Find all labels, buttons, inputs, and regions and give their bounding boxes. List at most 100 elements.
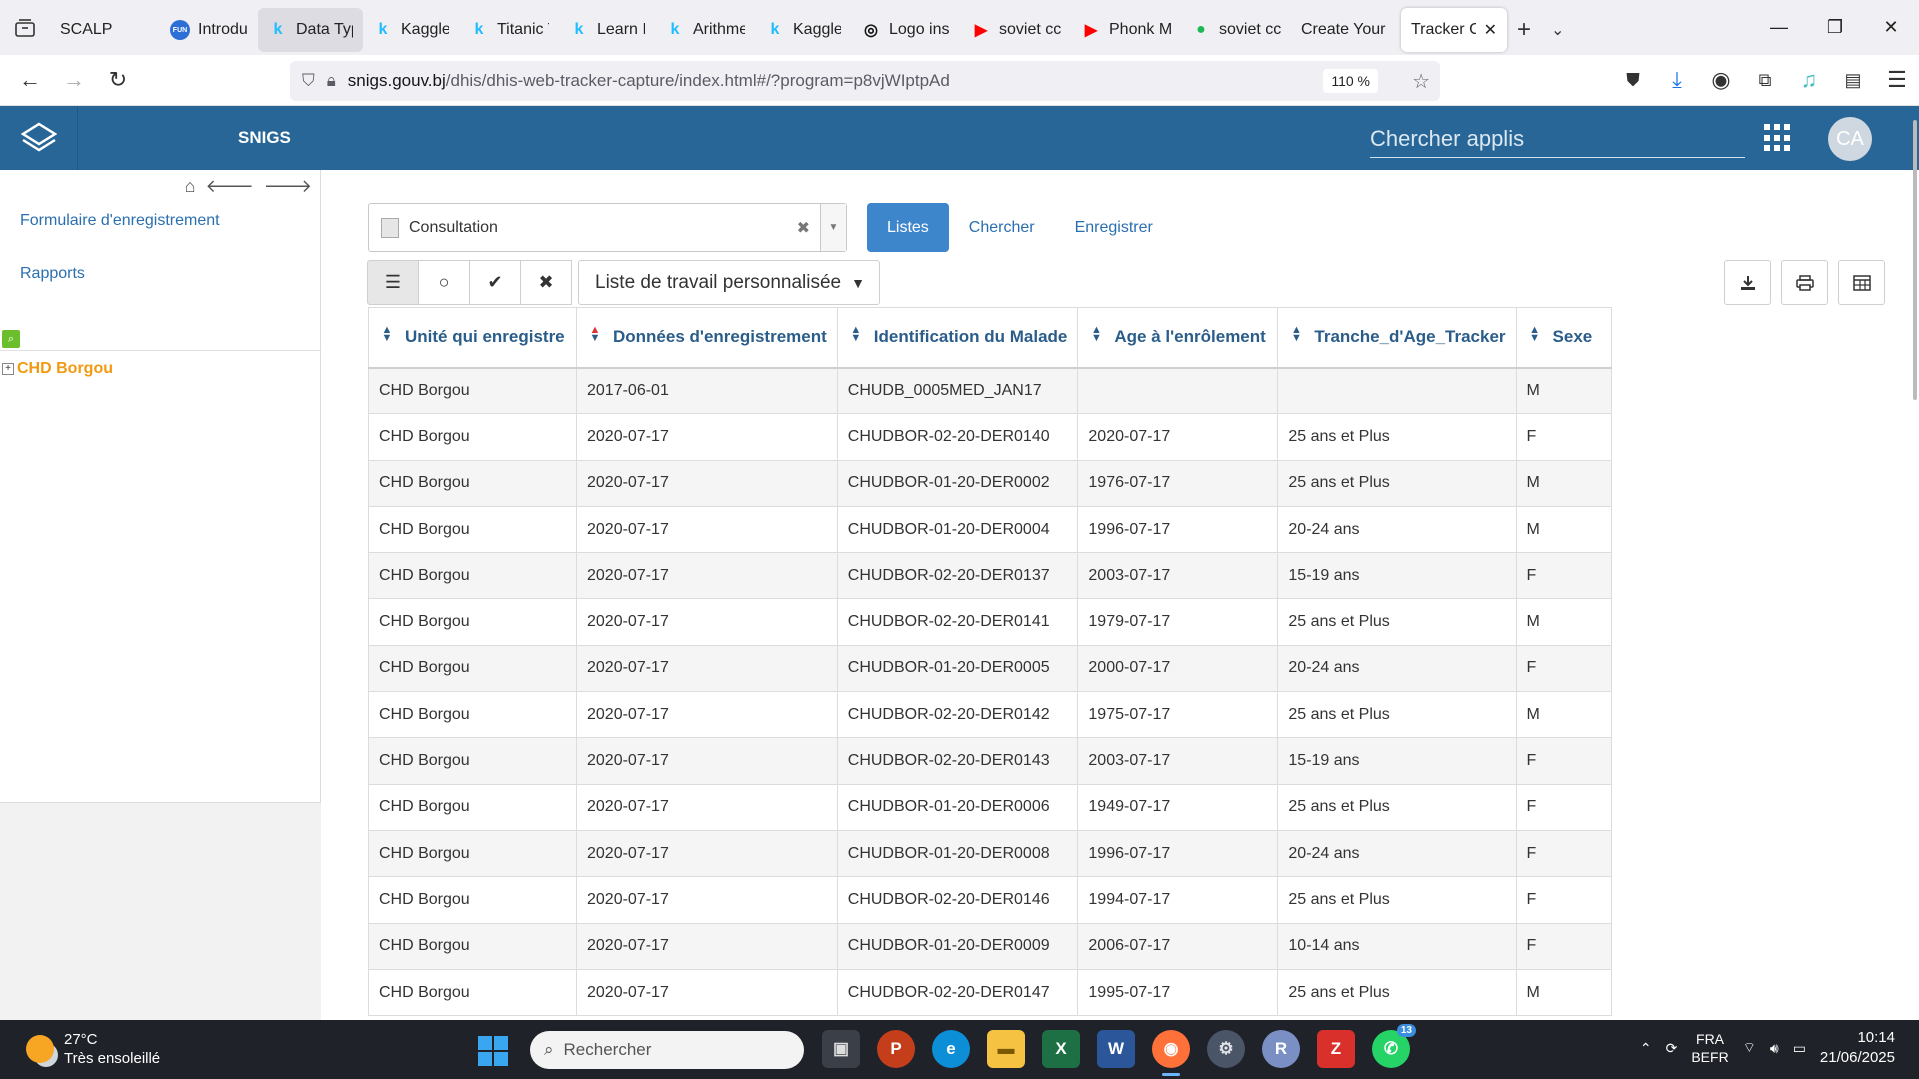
dhis-logo-icon[interactable]	[0, 106, 78, 170]
sort-icon[interactable]: ▲ ▼	[589, 324, 601, 343]
table-row[interactable]: CHD Borgou 2020-07-17 CHUDBOR-01-20-DER000…	[368, 644, 1612, 693]
language-indicator[interactable]: FRA BEFR	[1691, 1030, 1728, 1066]
browser-tab[interactable]: k Arithmet	[655, 8, 755, 52]
download-icon[interactable]: ⤓	[1655, 58, 1699, 102]
file-explorer-icon[interactable]: ▬	[987, 1030, 1025, 1068]
browser-tab[interactable]: ▶ Phonk M	[1071, 8, 1181, 52]
r-language-icon[interactable]: R	[1262, 1030, 1300, 1068]
table-columns-icon[interactable]	[1838, 260, 1885, 305]
column-header[interactable]: ▲ ▼ Unité qui enregistre	[368, 307, 577, 369]
bookmark-star-icon[interactable]: ☆	[1412, 69, 1430, 94]
table-row[interactable]: CHD Borgou 2020-07-17 CHUDBOR-01-20-DER000…	[368, 459, 1612, 507]
battery-icon[interactable]: ▭	[1793, 1040, 1806, 1057]
tab-chercher[interactable]: Chercher	[949, 203, 1055, 252]
sort-icon[interactable]: ▲ ▼	[850, 324, 862, 343]
zoom-level[interactable]: 110 %	[1323, 69, 1378, 93]
cross-filter-icon[interactable]: ✖	[520, 260, 572, 305]
clear-icon[interactable]: ✖	[797, 218, 810, 238]
arrow-left-icon[interactable]: 🡐	[205, 176, 253, 197]
page-scrollbar[interactable]	[1909, 120, 1919, 400]
table-row[interactable]: CHD Borgou 2020-07-17 CHUDBOR-01-20-DER000…	[368, 505, 1612, 554]
music-extension-icon[interactable]: ♫	[1787, 58, 1831, 102]
tree-search-icon[interactable]: ⌕	[2, 330, 20, 348]
minimize-icon[interactable]: —	[1751, 0, 1807, 55]
expand-icon[interactable]: +	[2, 363, 14, 375]
reader-icon[interactable]: ▤	[1831, 58, 1875, 102]
restore-icon[interactable]: ❐	[1807, 0, 1863, 55]
firefox-icon[interactable]: ◉	[1152, 1030, 1190, 1076]
volume-icon[interactable]: 🔊︎	[1770, 1040, 1779, 1057]
edge-icon[interactable]: e	[932, 1030, 970, 1068]
menu-icon[interactable]: ☰	[1875, 58, 1919, 102]
print-icon[interactable]	[1781, 260, 1828, 305]
whatsapp-icon[interactable]: ✆ 13	[1372, 1024, 1416, 1068]
worklist-dropdown[interactable]: Liste de travail personnalisée ▼	[578, 260, 880, 305]
org-unit-tree-node[interactable]: + CHD Borgou	[2, 360, 113, 378]
sidebar-link-registration-form[interactable]: Formulaire d'enregistrement	[20, 212, 220, 230]
download-icon[interactable]	[1724, 260, 1771, 305]
settings-icon[interactable]: ⚙	[1207, 1030, 1245, 1068]
word-icon[interactable]: W	[1097, 1030, 1135, 1068]
browser-tab[interactable]: k Kaggle N	[363, 8, 459, 52]
tab-enregistrer[interactable]: Enregistrer	[1055, 203, 1173, 252]
avatar[interactable]: CA	[1828, 117, 1872, 161]
browser-tab[interactable]: ● soviet cc	[1181, 8, 1291, 52]
tab-listes[interactable]: Listes	[867, 203, 949, 252]
reload-icon[interactable]: ↻	[96, 58, 140, 102]
table-row[interactable]: CHD Borgou 2020-07-17 CHUDBOR-02-20-DER014…	[368, 968, 1612, 1017]
browser-tab[interactable]: k Kaggle N	[755, 8, 851, 52]
taskbar-search[interactable]: ⌕ Rechercher	[530, 1031, 804, 1069]
sort-icon[interactable]: ▲ ▼	[1290, 324, 1302, 343]
circle-filter-icon[interactable]: ○	[418, 260, 470, 305]
column-header[interactable]: ▲ ▼ Identification du Malade	[836, 307, 1079, 369]
weather-widget[interactable]: 27°C Très ensoleillé	[26, 1030, 160, 1068]
org-unit-label[interactable]: CHD Borgou	[17, 360, 113, 378]
column-header[interactable]: ▲ ▼ Données d'enregistrement	[576, 307, 838, 369]
column-header[interactable]: ▲ ▼ Age à l'enrôlement	[1077, 307, 1279, 369]
column-header[interactable]: ▲ ▼ Sexe	[1515, 307, 1612, 369]
apps-grid-icon[interactable]	[1764, 124, 1792, 152]
sort-icon[interactable]: ▲ ▼	[381, 324, 393, 343]
powerpoint-icon[interactable]: P	[877, 1030, 915, 1068]
column-header[interactable]: ▲ ▼ Tranche_d'Age_Tracker	[1277, 307, 1517, 369]
check-filter-icon[interactable]: ✔	[469, 260, 521, 305]
table-row[interactable]: CHD Borgou 2020-07-17 CHUDBOR-01-20-DER000…	[368, 829, 1612, 878]
windows-start-icon[interactable]	[478, 1036, 508, 1066]
browser-tab[interactable]: k Learn Int	[559, 8, 655, 52]
sync-icon[interactable]: ⟳	[1666, 1040, 1678, 1057]
table-row[interactable]: CHD Borgou 2020-07-17 CHUDBOR-02-20-DER013…	[368, 552, 1612, 600]
table-row[interactable]: CHD Borgou 2017-06-01 CHUDB_0005MED_JAN17 M	[368, 366, 1612, 415]
app-search-input[interactable]: Chercher applis	[1370, 120, 1745, 158]
new-tab-button[interactable]: +	[1507, 8, 1541, 52]
close-window-icon[interactable]: ✕	[1863, 0, 1919, 55]
close-tab-icon[interactable]: ✕	[1484, 20, 1497, 40]
task-view-icon[interactable]: ▣	[822, 1030, 860, 1068]
browser-tab[interactable]: Create Your I	[1291, 8, 1401, 52]
extensions-icon[interactable]: ⧉	[1743, 58, 1787, 102]
browser-tab[interactable]: ▶ soviet cc	[961, 8, 1071, 52]
forward-icon[interactable]: →	[52, 58, 96, 102]
excel-icon[interactable]: X	[1042, 1030, 1080, 1068]
program-select[interactable]: Consultation ✖ ▼	[368, 203, 847, 252]
arrow-right-icon[interactable]: 🡒	[264, 176, 312, 197]
sidebar-link-reports[interactable]: Rapports	[20, 265, 85, 283]
browser-tab[interactable]: SCALP	[50, 8, 160, 52]
table-row[interactable]: CHD Borgou 2020-07-17 CHUDBOR-02-20-DER014…	[368, 737, 1612, 785]
chevron-up-icon[interactable]: ⌃	[1640, 1040, 1652, 1057]
wifi-icon[interactable]: ⌔	[1743, 1039, 1756, 1057]
browser-tab[interactable]: k Data Typ	[258, 8, 363, 52]
account-icon[interactable]: ◉	[1699, 58, 1743, 102]
list-view-icon[interactable]: ☰	[367, 260, 419, 305]
table-row[interactable]: CHD Borgou 2020-07-17 CHUDBOR-01-20-DER000…	[368, 783, 1612, 831]
home-icon[interactable]: ⌂	[185, 176, 196, 197]
browser-tab[interactable]: Tracker Ca ✕	[1401, 8, 1507, 52]
table-row[interactable]: CHD Borgou 2020-07-17 CHUDBOR-02-20-DER014…	[368, 598, 1612, 646]
zotero-icon[interactable]: Z	[1317, 1030, 1355, 1068]
dropdown-arrow-icon[interactable]: ▼	[820, 204, 846, 251]
table-row[interactable]: CHD Borgou 2020-07-17 CHUDBOR-01-20-DER000…	[368, 922, 1612, 970]
back-icon[interactable]: ←	[8, 58, 52, 102]
pocket-icon[interactable]: ⛊	[1611, 58, 1655, 102]
url-bar[interactable]: ⛉ 🔒︎ snigs.gouv.bj/dhis/dhis-web-tracker…	[290, 61, 1440, 101]
tab-list-icon[interactable]	[0, 0, 50, 55]
sort-icon[interactable]: ▲ ▼	[1529, 324, 1541, 343]
